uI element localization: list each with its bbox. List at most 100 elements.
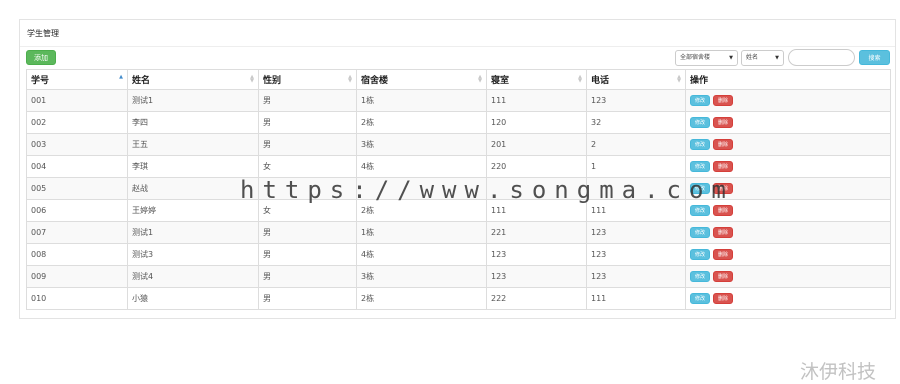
delete-button[interactable]: 删除 — [713, 205, 733, 216]
table-cell: 李琪 — [127, 155, 259, 178]
column-header[interactable]: 姓名 ▲ ▼ — [127, 69, 259, 90]
table-cell: 赵战 — [127, 177, 259, 200]
table-cell: 4栋 — [356, 155, 487, 178]
delete-button[interactable]: 删除 — [713, 293, 733, 304]
search-button[interactable]: 搜索 — [859, 50, 890, 65]
watermark: https://www.songma.com — [240, 176, 734, 204]
delete-button[interactable]: 删除 — [713, 271, 733, 282]
delete-button[interactable]: 删除 — [713, 227, 733, 238]
column-header[interactable]: 电话 ▲ ▼ — [586, 69, 686, 90]
dorm-filter-value: 全部宿舍楼 — [680, 54, 711, 61]
table-cell: 123 — [486, 265, 587, 288]
panel-title: 学生管理 — [27, 29, 59, 38]
table-cell: 123 — [586, 221, 686, 244]
table-cell: 220 — [486, 155, 587, 178]
table-cell: 测试3 — [127, 243, 259, 266]
table-cell: 008 — [26, 243, 128, 266]
column-header-label: 性别 — [263, 76, 282, 86]
table-cell: 111 — [486, 89, 587, 112]
title-divider — [20, 46, 895, 47]
chevron-down-icon: ▼ — [775, 55, 779, 61]
edit-button[interactable]: 修改 — [690, 95, 710, 106]
edit-button[interactable]: 修改 — [690, 227, 710, 238]
table-cell: 小猿 — [127, 287, 259, 310]
table-cell: 009 — [26, 265, 128, 288]
table-row: 007 测试1 男 1栋 221 123 修改 删除 — [26, 221, 891, 244]
table-cell: 测试4 — [127, 265, 259, 288]
table-cell: 男 — [258, 287, 357, 310]
table-cell: 010 — [26, 287, 128, 310]
table-cell: 李四 — [127, 111, 259, 134]
delete-button[interactable]: 删除 — [713, 249, 733, 260]
sort-icon: ▲ ▼ — [677, 74, 681, 84]
table-row: 009 测试4 男 3栋 123 123 修改 删除 — [26, 265, 891, 288]
edit-button[interactable]: 修改 — [690, 271, 710, 282]
table-row: 002 李四男 2栋 120 32 修改 删除 — [26, 111, 891, 134]
table-cell: 201 — [486, 133, 587, 156]
edit-button[interactable]: 修改 — [690, 205, 710, 216]
sort-icon: ▲ ▼ — [348, 74, 352, 84]
column-header[interactable]: 寝室 ▲ ▼ — [486, 69, 587, 90]
delete-button[interactable]: 删除 — [713, 95, 733, 106]
table-row: 001 测试1 男 1栋 111 123 修改 删除 — [26, 89, 891, 112]
table-cell: 123 — [586, 243, 686, 266]
table-cell: 002 — [26, 111, 128, 134]
delete-button[interactable]: 删除 — [713, 139, 733, 150]
table-cell: 003 — [26, 133, 128, 156]
column-header[interactable]: 学号 ▲ — [26, 69, 128, 90]
column-header: 操作 — [685, 69, 891, 90]
table-cell: 32 — [586, 111, 686, 134]
delete-button[interactable]: 删除 — [713, 161, 733, 172]
column-header[interactable]: 宿舍楼 ▲ ▼ — [356, 69, 487, 90]
edit-button[interactable]: 修改 — [690, 117, 710, 128]
table-cell: 男 — [258, 111, 357, 134]
add-button[interactable]: 添加 — [26, 50, 56, 65]
sort-icon: ▲ ▼ — [478, 74, 482, 84]
table-cell: 1栋 — [356, 221, 487, 244]
row-actions: 修改 删除 — [685, 265, 891, 288]
table-cell: 007 — [26, 221, 128, 244]
table-cell: 测试1 — [127, 89, 259, 112]
sort-asc-icon: ▲ — [119, 74, 123, 80]
search-field-select[interactable]: 姓名 ▼ — [741, 50, 784, 66]
corner-logo: 沐伊科技 — [800, 361, 877, 383]
table-cell: 男 — [258, 89, 357, 112]
table-cell: 123 — [586, 265, 686, 288]
table-cell: 女 — [258, 155, 357, 178]
column-header-label: 学号 — [31, 76, 50, 86]
table-cell: 4栋 — [356, 243, 487, 266]
table-row: 003 王五男 3栋 201 2 修改 删除 — [26, 133, 891, 156]
row-actions: 修改 删除 — [685, 221, 891, 244]
row-actions: 修改 删除 — [685, 133, 891, 156]
table-cell: 1栋 — [356, 89, 487, 112]
table-cell: 王婷婷 — [127, 199, 259, 222]
table-cell: 2栋 — [356, 287, 487, 310]
column-header-label: 姓名 — [132, 76, 151, 86]
edit-button[interactable]: 修改 — [690, 293, 710, 304]
student-management-panel: 学生管理 添加 全部宿舍楼 ▼ 姓名 ▼ 搜索 学号 ▲ 姓名 ▲ ▼ 性别 ▲ ▼ 宿舍楼 ▲ ▼… — [19, 19, 896, 319]
table-cell: 005 — [26, 177, 128, 200]
edit-button[interactable]: 修改 — [690, 161, 710, 172]
table-cell: 测试1 — [127, 221, 259, 244]
row-actions: 修改 删除 — [685, 89, 891, 112]
row-actions: 修改 删除 — [685, 287, 891, 310]
search-input[interactable] — [788, 49, 855, 66]
table-cell: 111 — [586, 287, 686, 310]
table-cell: 2 — [586, 133, 686, 156]
table-cell: 男 — [258, 133, 357, 156]
column-header-label: 宿舍楼 — [361, 76, 389, 86]
table-cell: 221 — [486, 221, 587, 244]
dorm-filter-select[interactable]: 全部宿舍楼 ▼ — [675, 50, 738, 66]
table-header-row: 学号 ▲ 姓名 ▲ ▼ 性别 ▲ ▼ 宿舍楼 ▲ ▼ 寝室 ▲ ▼ 电话 ▲ ▼ 操作 — [26, 69, 891, 90]
table-row: 004 李琪女 4栋 220 1 修改 删除 — [26, 155, 891, 178]
table-row: 010 小猿男 2栋 222 111 修改 删除 — [26, 287, 891, 310]
delete-button[interactable]: 删除 — [713, 117, 733, 128]
chevron-down-icon: ▼ — [729, 55, 733, 61]
edit-button[interactable]: 修改 — [690, 139, 710, 150]
edit-button[interactable]: 修改 — [690, 249, 710, 260]
row-actions: 修改 删除 — [685, 243, 891, 266]
sort-icon: ▲ ▼ — [578, 74, 582, 84]
column-header[interactable]: 性别 ▲ ▼ — [258, 69, 357, 90]
table-cell: 男 — [258, 243, 357, 266]
table-cell: 3栋 — [356, 265, 487, 288]
